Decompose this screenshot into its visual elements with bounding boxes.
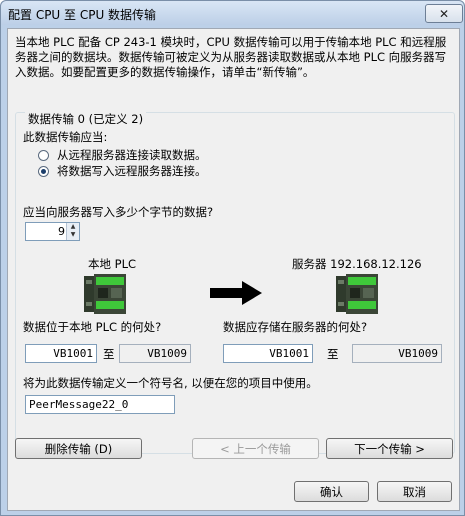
local-start-input[interactable]: VB1001 bbox=[25, 344, 97, 363]
bytes-value: 9 bbox=[58, 225, 65, 238]
spin-down-icon[interactable]: ▼ bbox=[67, 231, 79, 239]
server-end-field: VB1009 bbox=[352, 344, 442, 363]
server-to-label: 至 bbox=[327, 347, 339, 361]
dialog-window: 配置 CPU 至 CPU 数据传输 ✕ 当本地 PLC 配备 CP 243-1 … bbox=[0, 0, 465, 516]
arrow-right-icon bbox=[210, 281, 262, 305]
local-plc-label: 本地 PLC bbox=[88, 257, 137, 271]
local-plc-icon bbox=[84, 274, 126, 314]
bytes-question: 应当向服务器写入多少个字节的数据? bbox=[23, 205, 214, 219]
close-icon: ✕ bbox=[438, 6, 450, 21]
next-transfer-button[interactable]: 下一个传输 > bbox=[326, 438, 453, 459]
cancel-button[interactable]: 取消 bbox=[377, 481, 452, 502]
direction-label: 此数据传输应当: bbox=[23, 130, 108, 144]
write-option-radio[interactable] bbox=[38, 166, 49, 177]
intro-text: 当本地 PLC 配备 CP 243-1 模块时，CPU 数据传输可以用于传输本地… bbox=[15, 35, 447, 79]
spin-up-icon[interactable]: ▲ bbox=[67, 223, 79, 231]
server-start-input[interactable]: VB1001 bbox=[223, 344, 313, 363]
read-option-label[interactable]: 从远程服务器连接读取数据。 bbox=[57, 147, 207, 163]
local-to-label: 至 bbox=[103, 347, 115, 361]
group-title: 数据传输 0 (已定义 2) bbox=[25, 111, 147, 127]
bytes-spinner[interactable]: 9 ▲ ▼ bbox=[25, 222, 80, 241]
delete-transfer-button[interactable]: 删除传输 (D) bbox=[15, 438, 142, 459]
title-bar: 配置 CPU 至 CPU 数据传输 ✕ bbox=[1, 1, 464, 25]
local-end-field: VB1009 bbox=[119, 344, 191, 363]
symbol-name-input[interactable]: PeerMessage22_0 bbox=[25, 395, 175, 414]
ok-button[interactable]: 确认 bbox=[294, 481, 369, 502]
spinner-arrows[interactable]: ▲ ▼ bbox=[66, 223, 79, 240]
server-plc-icon bbox=[336, 274, 378, 314]
read-option-radio[interactable] bbox=[38, 150, 49, 161]
dialog-body: 当本地 PLC 配备 CP 243-1 模块时，CPU 数据传输可以用于传输本地… bbox=[7, 28, 460, 511]
server-location-question: 数据应存储在服务器的何处? bbox=[223, 320, 368, 334]
server-label: 服务器 192.168.12.126 bbox=[292, 257, 422, 271]
write-option-label[interactable]: 将数据写入远程服务器连接。 bbox=[57, 163, 207, 179]
prev-transfer-button[interactable]: < 上一个传输 bbox=[192, 438, 319, 459]
close-button[interactable]: ✕ bbox=[425, 4, 463, 23]
local-location-question: 数据位于本地 PLC 的何处? bbox=[23, 320, 162, 334]
symbol-prompt: 将为此数据传输定义一个符号名, 以便在您的项目中使用。 bbox=[23, 376, 318, 390]
window-title: 配置 CPU 至 CPU 数据传输 bbox=[8, 8, 157, 22]
transfer-group: 数据传输 0 (已定义 2) 此数据传输应当: 从远程服务器连接读取数据。 将数… bbox=[15, 111, 455, 454]
